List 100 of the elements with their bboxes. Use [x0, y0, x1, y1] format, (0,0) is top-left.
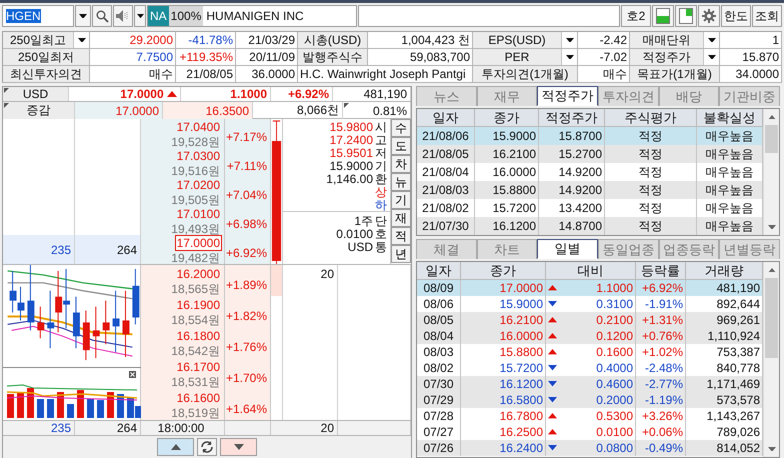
table-cell[interactable]: +1.31%: [636, 312, 686, 328]
table-cell[interactable]: 0.0800: [546, 440, 636, 456]
refresh-button[interactable]: [197, 438, 217, 456]
sound-button[interactable]: [113, 5, 133, 27]
search-button[interactable]: [92, 5, 112, 27]
scroll-down-button[interactable]: [220, 438, 257, 456]
table-cell[interactable]: 매우높음: [697, 145, 763, 163]
table-cell[interactable]: 481,190: [686, 280, 763, 296]
symbol-field[interactable]: HGEN: [2, 5, 74, 27]
caret-icon: [566, 38, 574, 42]
tab[interactable]: 적정주가: [537, 86, 598, 106]
table-cell[interactable]: 적정: [605, 145, 697, 163]
table-cell[interactable]: 14.9200: [539, 181, 605, 199]
table-cell[interactable]: 16.5800: [461, 392, 546, 408]
table-cell[interactable]: 07/29: [417, 392, 461, 408]
side-button[interactable]: 도: [391, 137, 411, 155]
table-cell[interactable]: 매우높음: [697, 127, 763, 145]
table-cell[interactable]: 15.8700: [539, 127, 605, 145]
scroll-thumb[interactable]: [765, 278, 778, 358]
table-cell[interactable]: 0.1600: [546, 344, 636, 360]
table-cell[interactable]: 17.0000: [461, 280, 546, 296]
table-cell[interactable]: 0.5300: [546, 408, 636, 424]
scrollbar[interactable]: [763, 109, 779, 235]
volume-bar: [57, 392, 64, 418]
dropdown-button[interactable]: [703, 32, 719, 48]
table-cell[interactable]: 매우높음: [697, 181, 763, 199]
toolbar-button[interactable]: 호2: [621, 5, 651, 27]
table-cell[interactable]: 0.1200: [546, 328, 636, 344]
side-button[interactable]: 기: [391, 191, 411, 209]
dropdown-button[interactable]: [73, 32, 89, 48]
table-cell[interactable]: 0.2100: [546, 312, 636, 328]
dropdown-button[interactable]: [703, 49, 719, 65]
caret-icon: [708, 54, 716, 60]
caret-icon: [79, 14, 87, 18]
table-cell[interactable]: 21/08/06: [417, 127, 475, 145]
toolbar-button[interactable]: 조회: [752, 5, 782, 27]
table-cell[interactable]: 07/26: [417, 440, 461, 456]
table-cell[interactable]: 21/07/30: [417, 217, 475, 235]
table-cell[interactable]: 15.2700: [539, 145, 605, 163]
table-cell[interactable]: 0.4000: [546, 360, 636, 376]
table-cell[interactable]: -1.19%: [636, 392, 686, 408]
layout-button[interactable]: [652, 5, 674, 27]
table-cell[interactable]: 16.0000: [461, 328, 546, 344]
toolbar-button[interactable]: 한도: [721, 5, 751, 27]
dropdown-button[interactable]: [561, 32, 577, 48]
close-icon[interactable]: [129, 371, 136, 378]
table-cell[interactable]: 적정: [605, 181, 697, 199]
table-cell[interactable]: 1.1000: [546, 280, 636, 296]
layout-button[interactable]: [675, 5, 697, 27]
dropdown-button[interactable]: [134, 5, 146, 27]
table-cell[interactable]: 814,052: [686, 440, 763, 456]
table-cell[interactable]: 16.2400: [461, 440, 546, 456]
table-cell[interactable]: -0.49%: [636, 440, 686, 456]
table-cell[interactable]: 08/04: [417, 328, 461, 344]
side-button[interactable]: 년: [391, 245, 411, 263]
table-cell[interactable]: 08/09: [417, 280, 461, 296]
table-cell[interactable]: 0.4600: [546, 376, 636, 392]
table-cell[interactable]: 적정: [605, 127, 697, 145]
table-cell[interactable]: 15.8800: [475, 181, 539, 199]
table-cell[interactable]: 1,110,924: [686, 328, 763, 344]
table-cell[interactable]: 0.3100: [546, 296, 636, 312]
bid-price: 16.1900: [176, 296, 221, 312]
side-button[interactable]: 재: [391, 209, 411, 227]
side-button[interactable]: 적: [391, 227, 411, 245]
side-button[interactable]: 차: [391, 155, 411, 173]
table-cell[interactable]: 16.2100: [461, 312, 546, 328]
side-button[interactable]: 뉴: [391, 173, 411, 191]
table-cell[interactable]: 21/08/03: [417, 181, 475, 199]
table-cell[interactable]: +6.92%: [636, 280, 686, 296]
table-cell[interactable]: +0.76%: [636, 328, 686, 344]
tab[interactable]: 일별: [537, 239, 598, 259]
table-cell[interactable]: 매우높음: [697, 217, 763, 235]
table-cell[interactable]: 14.8700: [539, 217, 605, 235]
table-cell[interactable]: 08/05: [417, 312, 461, 328]
input-field[interactable]: [358, 5, 620, 27]
scrollbar[interactable]: [763, 262, 779, 457]
table-cell[interactable]: 16.1200: [475, 217, 539, 235]
table-cell[interactable]: 07/30: [417, 376, 461, 392]
table-cell[interactable]: 21/08/05: [417, 145, 475, 163]
table-cell[interactable]: 573,578: [686, 392, 763, 408]
table-cell[interactable]: 15.9000: [475, 127, 539, 145]
dropdown-button[interactable]: [75, 5, 91, 27]
table-cell[interactable]: -2.77%: [636, 376, 686, 392]
change-rate: +1.64%: [225, 389, 271, 420]
stock-name-field[interactable]: NA 100% HUMANIGEN INC: [147, 5, 357, 27]
up-triangle-icon: [548, 317, 557, 323]
side-button[interactable]: 수: [391, 119, 411, 137]
table-cell[interactable]: 0.2000: [546, 392, 636, 408]
table-cell[interactable]: 16.1200: [461, 376, 546, 392]
table-cell[interactable]: 적정: [605, 217, 697, 235]
table-cell[interactable]: 969,261: [686, 312, 763, 328]
dropdown-button[interactable]: [561, 49, 577, 65]
volume-bar: [67, 404, 74, 418]
table-cell[interactable]: 0.0100: [546, 424, 636, 440]
settings-button[interactable]: [698, 5, 720, 27]
table-cell[interactable]: 16.2100: [475, 145, 539, 163]
info-marker: 기: [375, 160, 387, 172]
table-cell[interactable]: 1,171,469: [686, 376, 763, 392]
scroll-up-button[interactable]: [157, 438, 194, 456]
scroll-thumb[interactable]: [765, 125, 778, 153]
